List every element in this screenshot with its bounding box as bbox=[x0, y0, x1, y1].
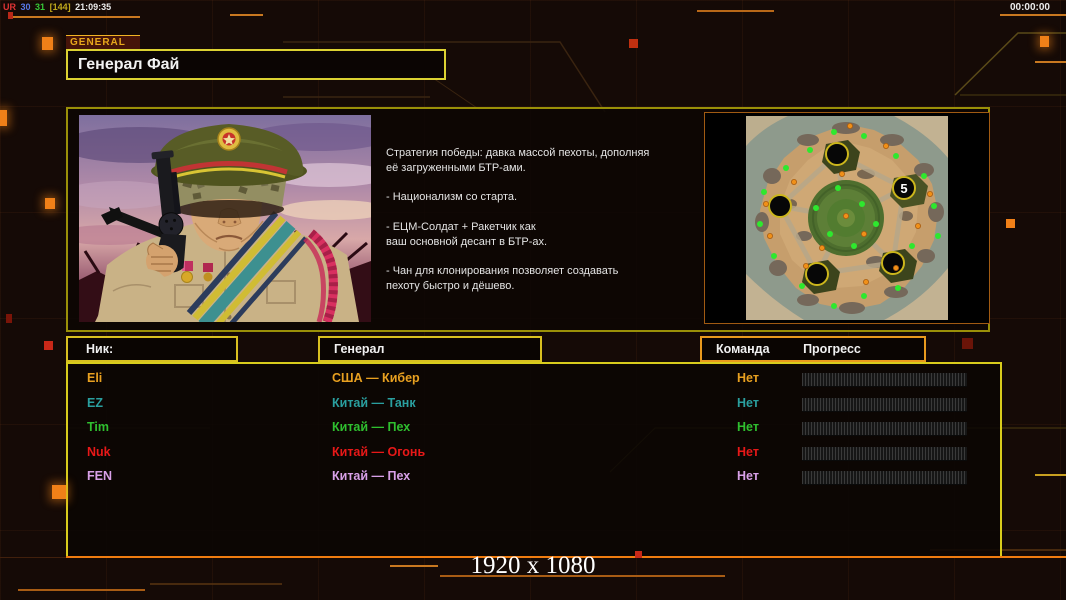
stat-value: 31 bbox=[35, 2, 45, 12]
player-progress-bar bbox=[802, 471, 967, 485]
general-strategy-text: Стратегия победы: давка массой пехоты, д… bbox=[386, 146, 701, 294]
decor-square bbox=[42, 37, 53, 50]
player-general: Китай — Пех bbox=[332, 420, 410, 434]
resolution-label: 1920 x 1080 bbox=[0, 552, 1066, 580]
decor-square bbox=[0, 110, 7, 126]
players-list: Eli США — Кибер Нет EZ Китай — Танк Нет … bbox=[66, 362, 1002, 558]
header-general: Генерал bbox=[318, 336, 542, 362]
decor-square bbox=[629, 39, 638, 48]
player-team: Нет bbox=[737, 396, 759, 410]
general-portrait bbox=[79, 115, 371, 322]
start-position-number: 5 bbox=[900, 181, 907, 196]
network-stats: UR 30 31 [144] 21:09:35 bbox=[3, 2, 113, 12]
header-progress-label: Прогресс bbox=[803, 342, 861, 356]
player-team: Нет bbox=[737, 445, 759, 459]
player-general: Китай — Огонь bbox=[332, 445, 425, 459]
decor-square bbox=[8, 12, 13, 19]
decor-square bbox=[6, 314, 12, 323]
table-row: Eli США — Кибер Нет bbox=[68, 367, 1000, 392]
stat-value: [144] bbox=[50, 2, 71, 12]
player-progress-bar bbox=[802, 373, 967, 387]
game-timer: 00:00:00 bbox=[1010, 2, 1050, 13]
player-general: США — Кибер bbox=[332, 371, 420, 385]
player-progress-bar bbox=[802, 422, 967, 436]
stat-clock: 21:09:35 bbox=[75, 2, 111, 12]
header-team-label: Команда bbox=[716, 342, 770, 356]
decor-square bbox=[635, 551, 642, 558]
decor-square bbox=[44, 341, 53, 350]
decor-square bbox=[1040, 36, 1049, 47]
player-general: Китай — Танк bbox=[332, 396, 416, 410]
header-team-progress: Команда Прогресс bbox=[700, 336, 926, 362]
table-row: FEN Китай — Пех Нет bbox=[68, 465, 1000, 490]
stat-label: UR bbox=[3, 2, 16, 12]
decor-square bbox=[52, 485, 66, 499]
player-progress-bar bbox=[802, 447, 967, 461]
stat-value: 30 bbox=[21, 2, 31, 12]
player-nick: Tim bbox=[87, 420, 109, 434]
decor-square bbox=[962, 338, 973, 349]
player-progress-bar bbox=[802, 398, 967, 412]
table-row: Tim Китай — Пех Нет bbox=[68, 416, 1000, 441]
map-preview: 5 bbox=[704, 112, 990, 324]
player-nick: EZ bbox=[87, 396, 103, 410]
player-nick: Eli bbox=[87, 371, 102, 385]
general-title: Генерал Фай bbox=[66, 49, 446, 80]
table-row: Nuk Китай — Огонь Нет bbox=[68, 441, 1000, 466]
player-nick: Nuk bbox=[87, 445, 111, 459]
decor-square bbox=[1006, 219, 1015, 228]
header-nick: Ник: bbox=[66, 336, 238, 362]
player-nick: FEN bbox=[87, 469, 112, 483]
player-team: Нет bbox=[737, 371, 759, 385]
player-team: Нет bbox=[737, 420, 759, 434]
tab-general[interactable]: GENERAL bbox=[66, 35, 140, 49]
player-team: Нет bbox=[737, 469, 759, 483]
table-row: EZ Китай — Танк Нет bbox=[68, 392, 1000, 417]
decor-square bbox=[45, 198, 55, 209]
player-general: Китай — Пех bbox=[332, 469, 410, 483]
map-image: 5 bbox=[746, 116, 948, 320]
